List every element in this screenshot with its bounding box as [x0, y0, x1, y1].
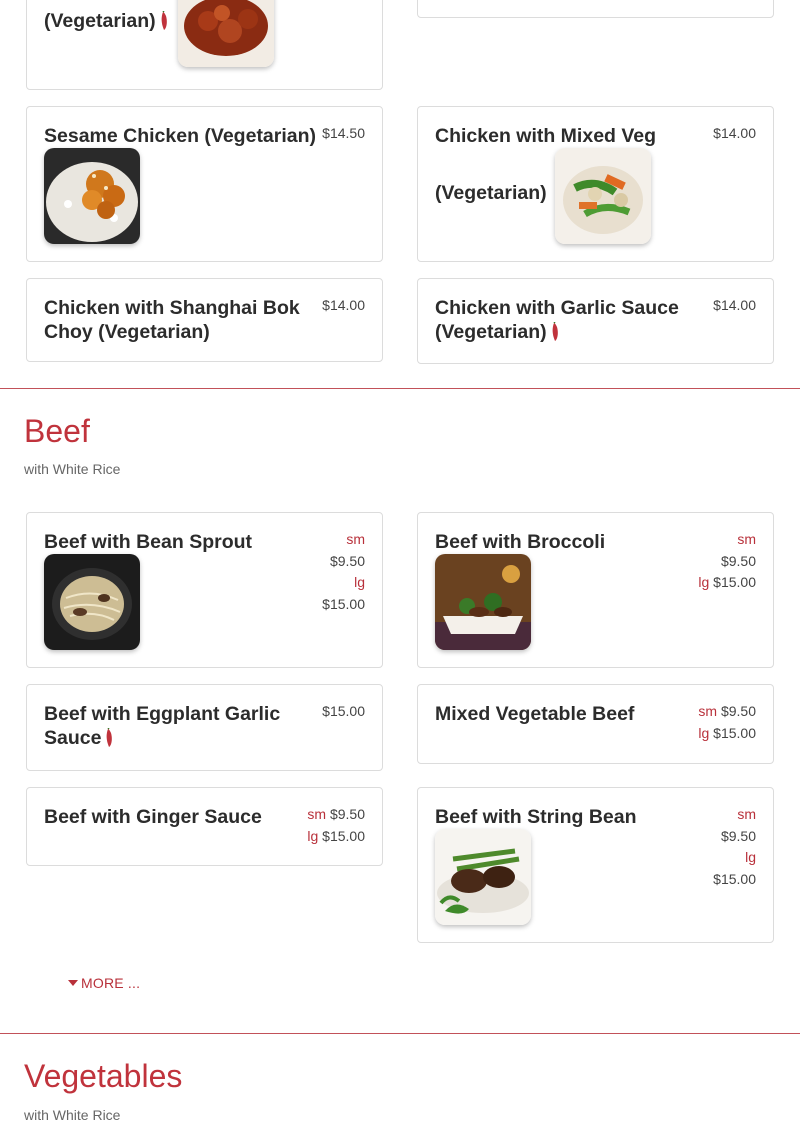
size-label-lg: lg	[698, 574, 710, 590]
size-label-lg: lg	[307, 827, 319, 844]
menu-item-beef-ginger-sauce[interactable]: Beef with Ginger Sauce sm $9.50 lg $15.0…	[26, 787, 383, 866]
item-name: (Vegetarian)	[44, 10, 156, 32]
item-name: Beef with Ginger Sauce	[44, 806, 262, 828]
item-price: $15.00	[322, 703, 365, 719]
size-label-lg: lg	[745, 849, 756, 865]
item-name-line1: Chicken with Garlic Sauce	[435, 297, 679, 319]
sesame-chicken-photo	[44, 148, 140, 244]
spicy-chili-icon	[161, 11, 167, 30]
size-label-sm: sm	[307, 806, 327, 822]
menu-item-beef-string-bean[interactable]: Beef with String Bean sm $9.50 lg $15.00	[417, 787, 774, 943]
item-name: Beef with String Bean	[435, 806, 637, 828]
section-subtitle-beef: with White Rice	[24, 461, 121, 477]
price-lg: $15.00	[713, 574, 756, 590]
section-title-beef: Beef	[24, 413, 90, 449]
item-name-line2: (Vegetarian)	[435, 321, 547, 343]
section-title-vegetables: Vegetables	[24, 1058, 183, 1094]
more-label: MORE ...	[81, 975, 141, 991]
spicy-chili-icon	[107, 728, 113, 747]
section-divider	[0, 388, 800, 389]
menu-item-chicken-mixed-veg[interactable]: Chicken with Mixed Veg (Vegetarian) $14.…	[417, 106, 774, 262]
spicy-chili-icon	[552, 322, 558, 341]
more-items-link[interactable]: MORE ...	[68, 975, 140, 991]
price-lg: $15.00	[322, 827, 365, 844]
menu-item-chicken-bok-choy[interactable]: Chicken with Shanghai Bok Choy (Vegetari…	[26, 278, 383, 362]
item-name-line2: Sauce	[44, 727, 102, 749]
section-divider	[0, 1033, 800, 1034]
item-name: Mixed Vegetable Beef	[435, 703, 635, 725]
menu-item-partial-right[interactable]	[417, 0, 774, 18]
price-sm: $9.50	[329, 806, 365, 822]
size-label-sm: sm	[737, 806, 756, 822]
item-name: Beef with Bean Sprout	[44, 531, 253, 553]
menu-item-chicken-vegetarian-partial[interactable]: (Vegetarian)	[26, 0, 383, 90]
beef-bean-sprout-photo	[44, 554, 140, 650]
chicken-dish-photo	[178, 0, 274, 67]
item-name: Beef with Broccoli	[435, 531, 606, 553]
item-name-line2: (Vegetarian)	[435, 182, 547, 204]
price-lg: $15.00	[322, 595, 365, 612]
mixed-veg-chicken-photo	[555, 148, 651, 244]
caret-down-icon	[68, 980, 78, 986]
item-name-line2: Choy (Vegetarian)	[44, 321, 210, 343]
item-price: $14.50	[322, 125, 365, 141]
menu-item-beef-bean-sprout[interactable]: Beef with Bean Sprout sm $9.50 lg $15.00	[26, 512, 383, 668]
section-subtitle-vegetables: with White Rice	[24, 1107, 121, 1123]
size-label-lg: lg	[698, 724, 710, 741]
size-label-sm: sm	[737, 531, 756, 547]
menu-item-sesame-chicken[interactable]: Sesame Chicken (Vegetarian) $14.50	[26, 106, 383, 262]
size-label-sm: sm	[698, 703, 718, 719]
item-name: Sesame Chicken (Vegetarian)	[44, 125, 317, 147]
beef-broccoli-photo	[435, 554, 531, 650]
menu-item-mixed-vegetable-beef[interactable]: Mixed Vegetable Beef sm $9.50 lg $15.00	[417, 684, 774, 764]
price-lg: $15.00	[713, 724, 756, 741]
menu-item-beef-broccoli[interactable]: Beef with Broccoli sm $9.50 lg $15.00	[417, 512, 774, 668]
item-name-line1: Chicken with Shanghai Bok	[44, 297, 300, 319]
size-label-lg: lg	[354, 574, 365, 590]
menu-item-beef-eggplant[interactable]: Beef with Eggplant Garlic Sauce $15.00	[26, 684, 383, 771]
price-sm: $9.50	[720, 827, 756, 844]
item-price: $14.00	[713, 125, 756, 141]
menu-item-chicken-garlic-sauce[interactable]: Chicken with Garlic Sauce (Vegetarian) $…	[417, 278, 774, 364]
beef-string-bean-photo	[435, 829, 531, 925]
item-name-line1: Beef with Eggplant Garlic	[44, 703, 281, 725]
item-price: $14.00	[713, 297, 756, 313]
price-lg: $15.00	[713, 870, 756, 887]
price-sm: $9.50	[720, 552, 756, 569]
item-name-line1: Chicken with Mixed Veg	[435, 125, 657, 147]
size-label-sm: sm	[346, 531, 365, 547]
price-sm: $9.50	[720, 703, 756, 719]
item-price: $14.00	[322, 297, 365, 313]
price-sm: $9.50	[329, 552, 365, 569]
